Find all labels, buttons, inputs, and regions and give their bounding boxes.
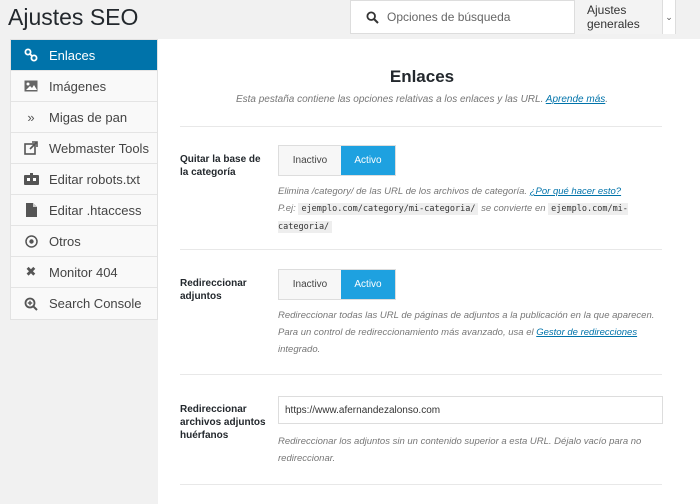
sidebar-item-label: Otros — [49, 233, 81, 249]
external-link-icon — [23, 140, 39, 156]
redirect-manager-link[interactable]: Gestor de redirecciones — [536, 327, 637, 338]
sidebar-item-otros[interactable]: Otros — [11, 226, 157, 257]
search-box: Ajustes generales ⌄ — [350, 0, 676, 34]
field-label-base-categoria: Quitar la base de la categoría — [180, 154, 261, 178]
help-text-redir-huerfanos: Redireccionar los adjuntos sin un conten… — [278, 436, 642, 464]
divider — [180, 249, 662, 250]
toggle-redir-adjuntos: Inactivo Activo — [278, 269, 396, 300]
sidebar-item-label: Monitor 404 — [49, 264, 118, 280]
sidebar-item-label: Webmaster Tools — [49, 140, 149, 156]
file-icon — [23, 202, 39, 218]
toggle-base-categoria: Inactivo Activo — [278, 145, 396, 176]
circle-dot-icon — [23, 233, 39, 249]
toggle-option-activo[interactable]: Activo — [341, 146, 395, 175]
divider — [180, 126, 662, 127]
field-label-redir-adjuntos: Redireccionar adjuntos — [180, 278, 247, 302]
sidebar-item-migas-de-pan[interactable]: » Migas de pan — [11, 102, 157, 133]
sidebar: Enlaces Imágenes » Migas de pan Webmaste… — [10, 39, 158, 320]
sidebar-item-label: Editar robots.txt — [49, 171, 141, 187]
divider — [180, 484, 662, 485]
sidebar-item-label: Imágenes — [49, 78, 107, 94]
section-description: Esta pestaña contiene las opciones relat… — [235, 94, 609, 105]
help-text-base-categoria: Elimina /category/ de las URL de los arc… — [278, 186, 628, 233]
section-title: Enlaces — [389, 67, 455, 86]
sidebar-item-search-console[interactable]: Search Console — [11, 288, 157, 319]
toggle-option-inactivo[interactable]: Inactivo — [279, 146, 341, 175]
scope-select[interactable]: Ajustes generales ⌄ — [574, 0, 675, 34]
learn-more-link[interactable]: Aprende más — [546, 94, 605, 105]
sidebar-item-imagenes[interactable]: Imágenes — [11, 71, 157, 102]
sidebar-item-robots[interactable]: Editar robots.txt — [11, 164, 157, 195]
robot-icon — [23, 171, 39, 187]
breadcrumb-icon: » — [27, 109, 35, 125]
link-icon — [23, 47, 39, 63]
settings-panel: Enlaces Esta pestaña contiene las opcion… — [158, 39, 700, 504]
toggle-option-activo[interactable]: Activo — [341, 270, 395, 299]
why-link[interactable]: ¿Por qué hacer esto? — [530, 186, 621, 197]
search-console-icon — [23, 296, 39, 312]
sidebar-item-label: Migas de pan — [49, 109, 128, 125]
sidebar-item-label: Editar .htaccess — [49, 202, 142, 218]
sidebar-item-label: Enlaces — [49, 47, 96, 63]
field-label-redir-huerfanos: Redireccionar archivos adjuntos huérfano… — [180, 404, 266, 441]
code-example: ejemplo.com/category/mi-categoria/ — [298, 203, 479, 215]
help-text-redir-adjuntos: Redireccionar todas las URL de páginas d… — [278, 310, 655, 355]
sidebar-item-webmaster-tools[interactable]: Webmaster Tools — [11, 133, 157, 164]
toggle-option-inactivo[interactable]: Inactivo — [279, 270, 341, 299]
sidebar-item-htaccess[interactable]: Editar .htaccess — [11, 195, 157, 226]
sidebar-item-enlaces[interactable]: Enlaces — [11, 40, 157, 71]
page-title: Ajustes SEO — [8, 4, 139, 30]
sidebar-item-monitor-404[interactable]: ✖ Monitor 404 — [11, 257, 157, 288]
divider — [180, 374, 662, 375]
search-input[interactable] — [387, 2, 574, 32]
chevron-down-icon[interactable]: ⌄ — [662, 0, 675, 34]
search-icon — [357, 1, 387, 33]
image-icon — [23, 78, 39, 94]
sidebar-item-label: Search Console — [49, 296, 142, 311]
close-icon: ✖ — [25, 264, 37, 279]
redirect-url-input[interactable]: https://www.afernandezalonso.com — [278, 396, 663, 424]
